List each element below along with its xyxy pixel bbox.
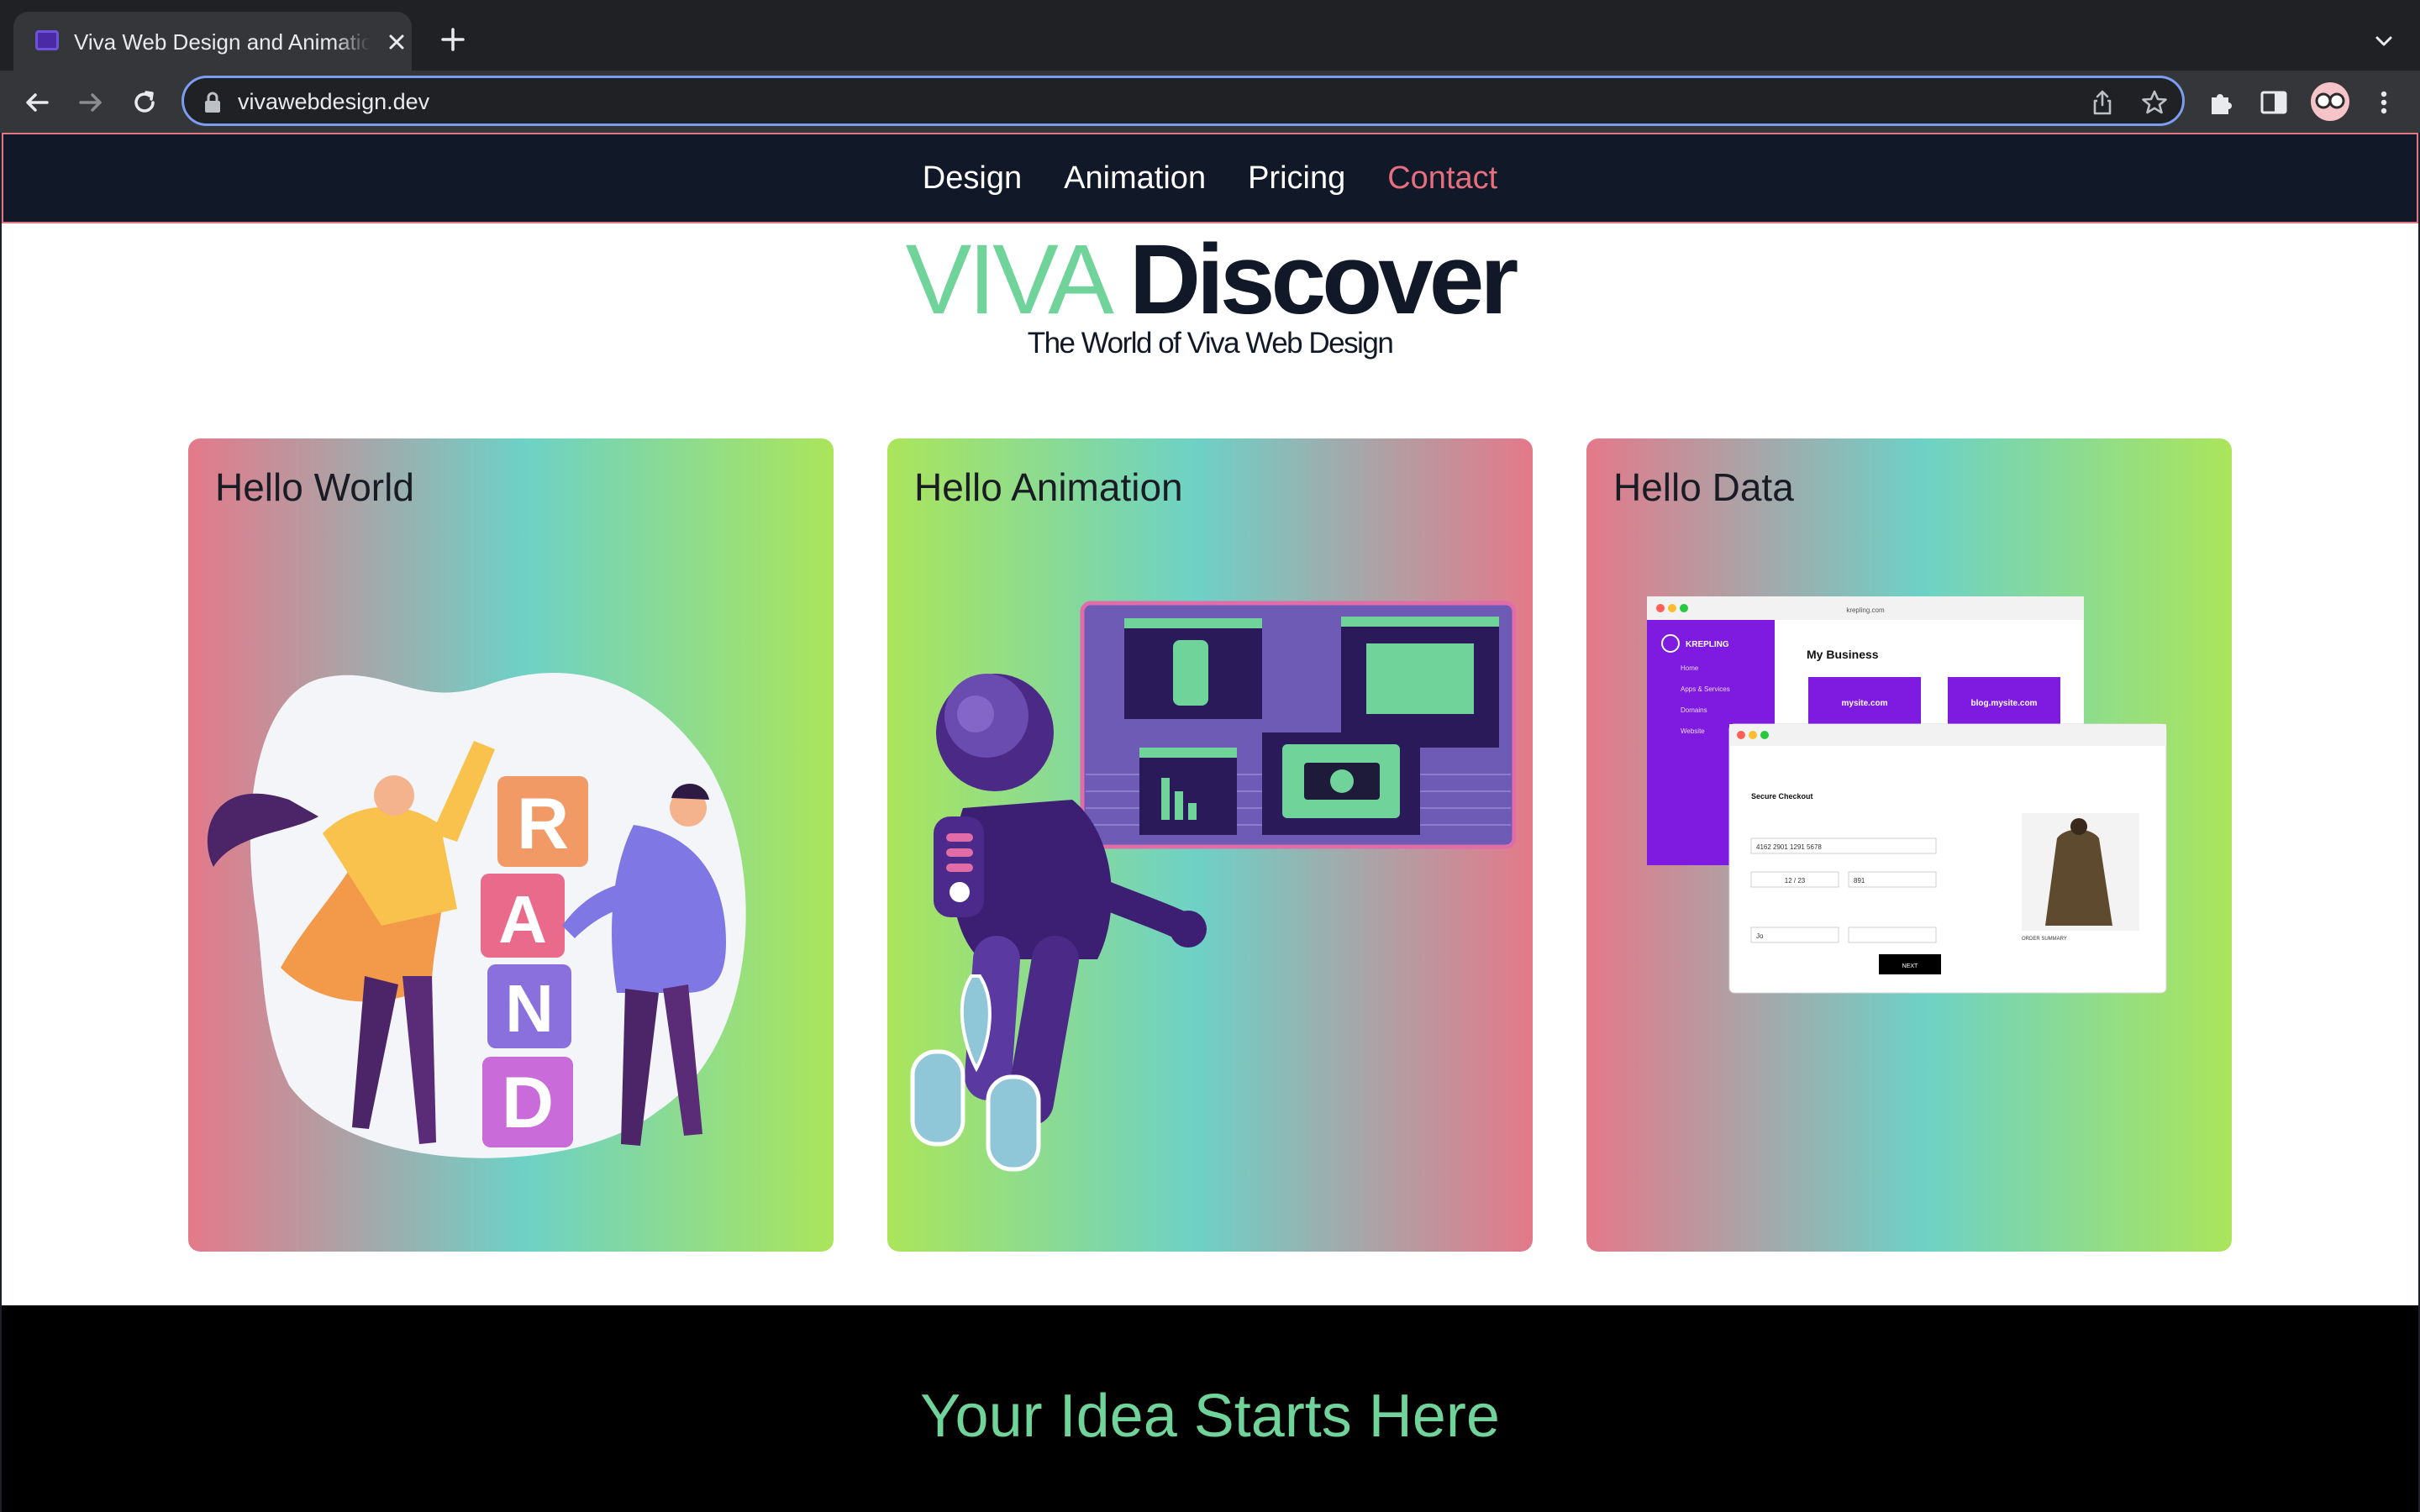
card-hello-data[interactable]: krepling.com KREPLING Home Apps & Servic… bbox=[1586, 438, 2232, 1252]
block-letter-r: R bbox=[517, 784, 569, 864]
hero-subtitle: The World of Viva Web Design bbox=[1027, 327, 1394, 360]
card-title: Hello Data bbox=[1613, 465, 1794, 509]
nav-link-animation[interactable]: Animation bbox=[1064, 158, 1206, 198]
forward-arrow-icon[interactable] bbox=[72, 84, 109, 121]
checkout-dashboard-illustration: krepling.com KREPLING Home Apps & Servic… bbox=[1647, 596, 2167, 994]
mockup-heading: My Business bbox=[1807, 648, 1879, 661]
new-tab-icon[interactable] bbox=[439, 25, 467, 54]
site-navbar: Design Animation Pricing Contact bbox=[2, 133, 2418, 223]
mockup-expiration: 12 / 23 bbox=[1785, 877, 1806, 885]
mockup-menu-domains: Domains bbox=[1681, 706, 1707, 714]
mockup-card-number: 4162 2901 1291 5678 bbox=[1756, 843, 1822, 851]
footer-section: Your Idea Starts Here bbox=[2, 1305, 2418, 1512]
hero-title-viva: VIVA bbox=[905, 224, 1114, 335]
block-letter-d: D bbox=[502, 1063, 554, 1143]
chevron-down-icon[interactable] bbox=[2371, 29, 2396, 54]
card-title: Hello World bbox=[215, 465, 414, 509]
mockup-menu-home: Home bbox=[1681, 664, 1699, 672]
brand-team-illustration: R A N D bbox=[207, 673, 746, 1158]
side-panel-icon[interactable] bbox=[2257, 86, 2291, 119]
mockup-brand: KREPLING bbox=[1686, 640, 1729, 649]
astronaut-screens-illustration bbox=[910, 601, 1517, 1172]
block-letter-a: A bbox=[498, 882, 547, 957]
mockup-menu-website: Website bbox=[1681, 727, 1705, 735]
profile-glasses-icon bbox=[2315, 92, 2345, 109]
mockup-checkout-title: Secure Checkout bbox=[1751, 792, 1813, 801]
nav-link-design[interactable]: Design bbox=[923, 158, 1022, 198]
mockup-order-summary: ORDER SUMMARY bbox=[2022, 937, 2067, 942]
nav-link-pricing[interactable]: Pricing bbox=[1248, 158, 1345, 198]
mockup-site-2: blog.mysite.com bbox=[1971, 699, 2038, 708]
site-favicon-icon bbox=[35, 30, 59, 50]
mockup-next-button: NEXT bbox=[1902, 963, 1918, 969]
nav-links: Design Animation Pricing Contact bbox=[3, 134, 2417, 222]
mockup-domain: krepling.com bbox=[1846, 606, 1885, 614]
footer-tagline: Your Idea Starts Here bbox=[920, 1383, 1500, 1450]
tab-title: Viva Web Design and Animation bbox=[74, 29, 370, 55]
mockup-first-name: Jo bbox=[1756, 932, 1764, 940]
block-letter-n: N bbox=[505, 971, 554, 1046]
browser-tab-bar: Viva Web Design and Animation bbox=[0, 0, 2420, 71]
address-bar[interactable]: vivawebdesign.dev bbox=[182, 76, 2185, 126]
mockup-menu-apps: Apps & Services bbox=[1681, 685, 1730, 693]
hero-title: VIVA Discover bbox=[2, 225, 2418, 334]
back-arrow-icon[interactable] bbox=[18, 84, 55, 121]
profile-avatar[interactable] bbox=[2311, 82, 2349, 121]
nav-link-contact[interactable]: Contact bbox=[1387, 158, 1497, 198]
card-hello-world[interactable]: R A N D Hello World bbox=[188, 438, 834, 1252]
mockup-cvv: 891 bbox=[1854, 877, 1865, 885]
mockup-site-1: mysite.com bbox=[1841, 699, 1887, 708]
hero-title-discover: Discover bbox=[1128, 224, 1519, 335]
share-icon[interactable] bbox=[2088, 88, 2117, 117]
web-page: Design Animation Pricing Contact VIVA Di… bbox=[0, 133, 2420, 1512]
card-title: Hello Animation bbox=[914, 465, 1183, 509]
bookmark-star-icon[interactable] bbox=[2140, 88, 2169, 117]
card-hello-animation[interactable]: Hello Animation bbox=[887, 438, 1533, 1252]
browser-tab[interactable]: Viva Web Design and Animation bbox=[13, 12, 412, 71]
more-menu-icon[interactable] bbox=[2371, 87, 2396, 118]
extensions-icon[interactable] bbox=[2205, 86, 2238, 119]
lock-icon[interactable] bbox=[203, 92, 223, 113]
reload-icon[interactable] bbox=[126, 84, 163, 121]
browser-toolbar: vivawebdesign.dev bbox=[0, 71, 2420, 133]
close-tab-icon[interactable] bbox=[383, 29, 410, 55]
url-text[interactable]: vivawebdesign.dev bbox=[238, 87, 429, 117]
